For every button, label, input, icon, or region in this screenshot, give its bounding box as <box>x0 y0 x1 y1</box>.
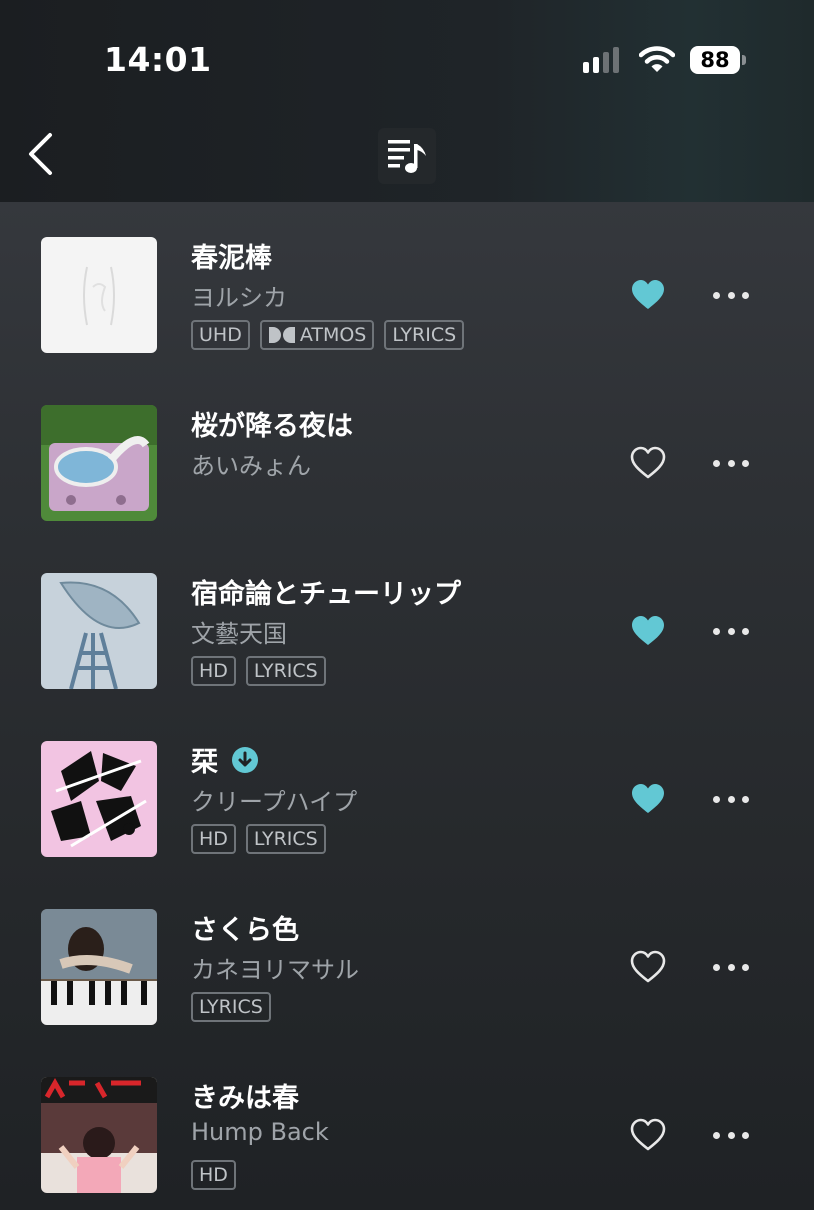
track-title[interactable]: 桜が降る夜は <box>191 404 353 443</box>
chevron-left-icon[interactable] <box>24 130 58 178</box>
more-options-icon[interactable] <box>713 796 749 804</box>
heart-filled-icon[interactable] <box>629 278 667 312</box>
heart-filled-icon[interactable] <box>629 782 667 816</box>
heart-filled-icon[interactable] <box>629 614 667 648</box>
badge-lyrics: LYRICS <box>245 824 326 854</box>
badge-label: HD <box>199 828 228 850</box>
badge-label: LYRICS <box>392 324 457 346</box>
track-row[interactable]: きみは春 Hump Back HD <box>0 1042 814 1210</box>
badge-lyrics: LYRICS <box>191 992 271 1022</box>
badge-hd: HD <box>191 1160 236 1190</box>
quality-badges: HD <box>191 1160 236 1190</box>
battery-level: 88 <box>690 46 740 74</box>
badge-hd: HD <box>191 824 236 854</box>
badge-label: LYRICS <box>253 828 318 850</box>
more-options-icon[interactable] <box>713 1132 749 1140</box>
artist-name[interactable]: ヨルシカ <box>191 278 287 313</box>
heart-outline-icon[interactable] <box>629 1118 667 1152</box>
badge-lyrics: LYRICS <box>384 320 465 350</box>
artist-name[interactable]: Hump Back <box>191 1118 329 1146</box>
track-title-text: 桜が降る夜は <box>191 411 353 442</box>
quality-badges: LYRICS <box>191 992 271 1022</box>
album-art[interactable] <box>41 237 157 353</box>
album-art[interactable] <box>41 741 157 857</box>
heart-outline-icon[interactable] <box>629 446 667 480</box>
track-title-text: さくら色 <box>191 915 299 946</box>
track-title-text: きみは春 <box>191 1083 299 1114</box>
badge-label: LYRICS <box>253 660 318 682</box>
album-art[interactable] <box>41 573 157 689</box>
more-options-icon[interactable] <box>713 628 749 636</box>
heart-outline-icon[interactable] <box>629 950 667 984</box>
artist-name[interactable]: クリープハイプ <box>191 782 357 817</box>
quality-badges: UHD ATMOS LYRICS <box>191 320 465 350</box>
cellular-signal-icon <box>583 47 619 73</box>
track-title[interactable]: 宿命論とチューリップ <box>191 572 461 611</box>
status-time: 14:01 <box>104 40 212 79</box>
track-title-text: 宿命論とチューリップ <box>191 579 461 610</box>
badge-hd: HD <box>191 656 236 686</box>
track-title-text: 春泥棒 <box>191 243 272 274</box>
artist-name[interactable]: カネヨリマサル <box>191 950 359 985</box>
album-art[interactable] <box>41 1077 157 1193</box>
artist-name[interactable]: あいみょん <box>191 446 311 481</box>
more-options-icon[interactable] <box>713 460 749 468</box>
downloaded-icon <box>232 746 258 773</box>
more-options-icon[interactable] <box>713 292 749 300</box>
playlist-music-icon <box>388 140 426 173</box>
track-title-text: 栞 <box>191 747 218 778</box>
quality-badges: HD LYRICS <box>191 824 326 854</box>
track-row[interactable]: 栞クリープハイプ HD LYRICS <box>0 706 814 874</box>
track-row[interactable]: 春泥棒ヨルシカ UHD ATMOS LYRICS <box>0 202 814 370</box>
track-row[interactable]: 桜が降る夜はあいみょん <box>0 370 814 538</box>
dolby-icon <box>268 327 295 343</box>
track-title[interactable]: 栞 <box>191 740 258 779</box>
track-row[interactable]: さくら色カネヨリマサル LYRICS <box>0 874 814 1042</box>
album-art[interactable] <box>41 909 157 1025</box>
badge-lyrics: LYRICS <box>245 656 326 686</box>
wifi-icon <box>639 46 675 72</box>
artist-name[interactable]: 文藝天国 <box>191 614 287 649</box>
badge-label: HD <box>199 1164 228 1186</box>
track-title[interactable]: 春泥棒 <box>191 236 272 275</box>
track-list: 春泥棒ヨルシカ UHD ATMOS LYRICS 桜が降る夜はあいみょん宿命論とチューリ… <box>0 202 814 1200</box>
badge-label: HD <box>199 660 228 682</box>
badge-uhd: UHD <box>191 320 250 350</box>
badge-label: ATMOS <box>299 324 367 346</box>
more-options-icon[interactable] <box>713 964 749 972</box>
album-art[interactable] <box>41 405 157 521</box>
top-header: 14:01 88 <box>0 0 814 202</box>
badge-atmos: ATMOS <box>259 320 375 350</box>
quality-badges: HD LYRICS <box>191 656 326 686</box>
track-row[interactable]: 宿命論とチューリップ文藝天国 HD LYRICS <box>0 538 814 706</box>
track-title[interactable]: さくら色 <box>191 908 299 947</box>
badge-label: LYRICS <box>199 996 263 1018</box>
queue-button[interactable] <box>378 128 436 184</box>
badge-label: UHD <box>199 324 242 346</box>
track-title[interactable]: きみは春 <box>191 1076 299 1115</box>
battery-icon: 88 <box>690 46 746 74</box>
